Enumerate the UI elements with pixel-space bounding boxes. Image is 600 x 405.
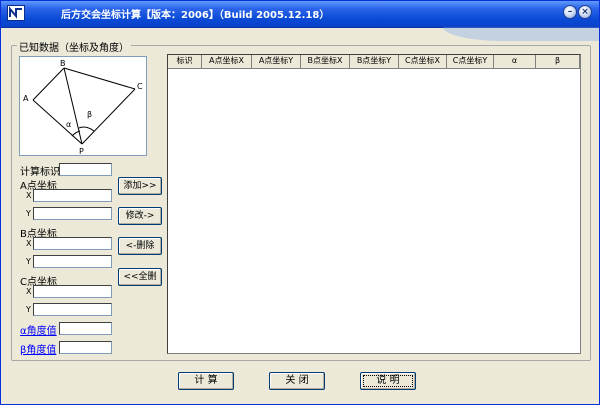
a-x-label: X [26, 191, 32, 200]
point-a-label: A [23, 94, 29, 103]
titlebar-decoration [443, 27, 599, 41]
resection-diagram: A B C P α β [19, 56, 147, 156]
group-title: 已知数据（坐标及角度） [17, 39, 131, 54]
c-y-label: Y [26, 305, 31, 314]
c-x-input[interactable] [33, 285, 112, 298]
b-y-label: Y [26, 257, 31, 266]
arc-alpha [71, 130, 81, 137]
arc-beta [78, 126, 95, 132]
add-button[interactable]: 添加>> [118, 177, 162, 195]
data-table[interactable]: 标识 A点坐标X A点坐标Y B点坐标X B点坐标Y C点坐标X C点坐标Y α… [167, 54, 581, 354]
a-x-input[interactable] [33, 189, 112, 202]
b-x-label: X [26, 239, 32, 248]
c-x-label: X [26, 287, 32, 296]
column-header[interactable]: C点坐标Y [447, 55, 494, 68]
line-p-a [32, 99, 83, 145]
beta-angle-input[interactable] [59, 341, 112, 354]
b-x-input[interactable] [33, 237, 112, 250]
column-header[interactable]: A点坐标X [202, 55, 252, 68]
modify-button[interactable]: 修改-> [118, 207, 162, 225]
window-title: 后方交会坐标计算【版本：2006】（Build 2005.12.18） [61, 10, 330, 21]
close-icon[interactable]: × [578, 5, 592, 19]
column-header[interactable]: 标识 [168, 55, 202, 68]
delete-button[interactable]: <-删除 [118, 237, 162, 255]
a-y-label: Y [26, 209, 31, 218]
column-header[interactable]: A点坐标Y [252, 55, 301, 68]
beta-angle-link[interactable]: β角度值 [20, 341, 56, 356]
a-y-input[interactable] [33, 207, 112, 220]
point-c-label: C [137, 82, 143, 91]
calc-id-input[interactable] [59, 163, 112, 176]
line-b-c [63, 67, 136, 90]
help-button[interactable]: 说 明 [360, 372, 416, 390]
point-b-label: B [60, 59, 66, 68]
alpha-label: α [66, 120, 71, 129]
calculate-button[interactable]: 计 算 [178, 372, 234, 390]
beta-label: β [87, 110, 92, 119]
calc-id-label: 计算标识 [20, 167, 60, 178]
app-icon[interactable] [7, 5, 25, 21]
line-a-b [32, 67, 65, 101]
column-header[interactable]: B点坐标X [301, 55, 350, 68]
alpha-angle-input[interactable] [59, 322, 112, 335]
table-header: 标识 A点坐标X A点坐标Y B点坐标X B点坐标Y C点坐标X C点坐标Y α… [168, 55, 580, 69]
main-window: 后方交会坐标计算【版本：2006】（Build 2005.12.18） – × … [0, 0, 600, 405]
c-y-input[interactable] [33, 303, 112, 316]
title-bar[interactable]: 后方交会坐标计算【版本：2006】（Build 2005.12.18） – × [1, 1, 599, 28]
delete-all-button[interactable]: <<全删 [118, 268, 162, 286]
point-p-label: P [79, 147, 84, 155]
column-header[interactable]: B点坐标Y [350, 55, 399, 68]
column-header[interactable]: β [536, 55, 580, 68]
close-button[interactable]: 关 闭 [269, 372, 325, 390]
alpha-angle-link[interactable]: α角度值 [20, 322, 57, 337]
line-p-b [63, 67, 83, 145]
diagram-svg: A B C P α β [23, 59, 143, 156]
minimize-icon[interactable]: – [563, 5, 577, 19]
column-header[interactable]: α [494, 55, 536, 68]
column-header[interactable]: C点坐标X [399, 55, 447, 68]
b-y-input[interactable] [33, 255, 112, 268]
